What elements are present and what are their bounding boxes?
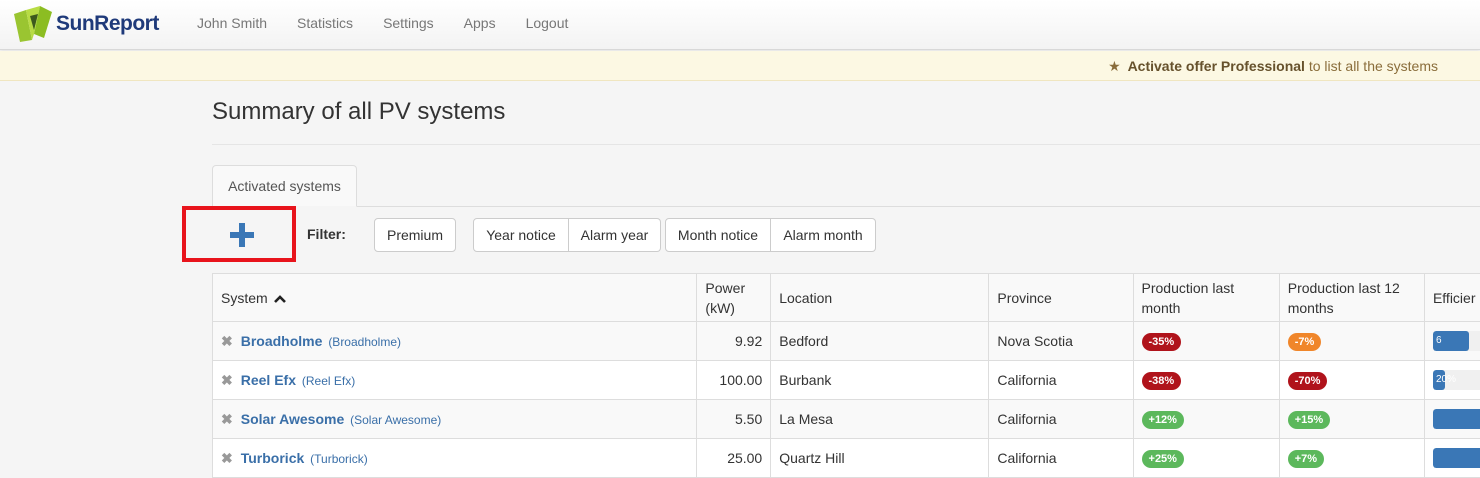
production-12-months-badge: -70% [1288,372,1328,390]
filter-year-notice-button[interactable]: Year notice [473,218,569,252]
cell-province: California [989,439,1133,478]
filter-alarm-year-button[interactable]: Alarm year [569,218,661,252]
efficiency-bar-fill: 6 [1433,331,1469,351]
cell-efficiency [1424,400,1480,439]
system-name-link[interactable]: Solar Awesome [241,411,345,427]
production-month-badge: +12% [1142,411,1184,429]
production-12-months-badge: +7% [1288,450,1324,468]
efficiency-bar: 6 [1433,331,1480,351]
cell-power: 9.92 [697,322,771,361]
col-header-system[interactable]: System [213,274,697,322]
nav-settings[interactable]: Settings [368,15,449,31]
delete-icon[interactable]: ✖ [221,372,233,388]
cell-power: 25.00 [697,439,771,478]
delete-icon[interactable]: ✖ [221,411,233,427]
filter-month-notice-button[interactable]: Month notice [665,218,771,252]
plus-icon [230,223,254,247]
col-header-power[interactable]: Power (kW) [697,274,771,322]
cell-production-12-months: +15% [1279,400,1424,439]
production-month-badge: +25% [1142,450,1184,468]
production-12-months-badge: +15% [1288,411,1330,429]
cell-power: 5.50 [697,400,771,439]
system-name-link[interactable]: Reel Efx [241,372,296,388]
cell-location: Quartz Hill [771,439,989,478]
cell-system: ✖ Solar Awesome (Solar Awesome) [213,400,697,439]
production-month-badge: -35% [1142,333,1182,351]
delete-icon[interactable]: ✖ [221,450,233,466]
cell-production-month: +25% [1133,439,1279,478]
system-sub-link[interactable]: (Turborick) [310,452,368,466]
col-header-production-month[interactable]: Production last month [1133,274,1279,322]
cell-production-month: -38% [1133,361,1279,400]
efficiency-bar-fill: 20% [1433,370,1445,390]
notice-offer-link[interactable]: Activate offer Professional [1128,58,1305,74]
cell-production-12-months: -7% [1279,322,1424,361]
cell-system: ✖ Turborick (Turborick) [213,439,697,478]
nav-statistics[interactable]: Statistics [282,15,368,31]
table-row: ✖ Turborick (Turborick) 25.00Quartz HillCa… [213,439,1480,478]
cell-production-month: -35% [1133,322,1279,361]
cell-power: 100.00 [697,361,771,400]
upgrade-notice: ★ Activate offer Professional to list al… [0,51,1480,81]
cell-province: California [989,361,1133,400]
tabs-divider [212,206,1480,207]
efficiency-bar-fill [1433,409,1480,429]
main-nav: John Smith Statistics Settings Apps Logo… [182,0,583,46]
production-12-months-badge: -7% [1288,333,1322,351]
system-sub-link[interactable]: (Solar Awesome) [350,413,441,427]
filter-label: Filter: [307,226,346,242]
nav-user[interactable]: John Smith [182,15,282,31]
system-sub-link[interactable]: (Reel Efx) [302,374,355,388]
efficiency-bar-fill [1433,448,1480,468]
system-name-link[interactable]: Broadholme [241,333,323,349]
filter-alarm-month-button[interactable]: Alarm month [771,218,876,252]
col-header-production-12-months[interactable]: Production last 12 months [1279,274,1424,322]
cell-province: Nova Scotia [989,322,1133,361]
col-header-province[interactable]: Province [989,274,1133,322]
star-icon: ★ [1108,58,1121,74]
table-header-row: System Power (kW) Location Province Prod… [213,274,1480,322]
brand-name: SunReport [56,12,159,36]
divider [212,144,1480,145]
cell-location: La Mesa [771,400,989,439]
table-row: ✖ Solar Awesome (Solar Awesome) 5.50La Mes… [213,400,1480,439]
notice-text: to list all the systems [1305,58,1438,74]
table-row: ✖ Reel Efx (Reel Efx) 100.00BurbankCalifor… [213,361,1480,400]
col-header-efficiency[interactable]: Efficier [1424,274,1480,322]
cell-location: Bedford [771,322,989,361]
col-header-location[interactable]: Location [771,274,989,322]
cell-efficiency: 20% [1424,361,1480,400]
delete-icon[interactable]: ✖ [221,333,233,349]
table-row: ✖ Broadholme (Broadholme) 9.92BedfordNova … [213,322,1480,361]
cell-system: ✖ Reel Efx (Reel Efx) [213,361,697,400]
system-name-link[interactable]: Turborick [241,450,305,466]
cell-production-12-months: -70% [1279,361,1424,400]
cell-province: California [989,400,1133,439]
sort-ascending-icon [274,294,286,304]
cell-production-12-months: +7% [1279,439,1424,478]
efficiency-bar [1433,409,1480,429]
cell-production-month: +12% [1133,400,1279,439]
production-month-badge: -38% [1142,372,1182,390]
cell-location: Burbank [771,361,989,400]
cell-efficiency [1424,439,1480,478]
nav-logout[interactable]: Logout [511,15,584,31]
add-system-button[interactable] [182,206,296,262]
page-title: Summary of all PV systems [212,98,505,126]
sunreport-logo-icon [12,4,54,44]
systems-table: System Power (kW) Location Province Prod… [212,273,1480,478]
nav-apps[interactable]: Apps [449,15,511,31]
cell-efficiency: 6 [1424,322,1480,361]
efficiency-bar: 20% [1433,370,1480,390]
efficiency-bar [1433,448,1480,468]
cell-system: ✖ Broadholme (Broadholme) [213,322,697,361]
system-sub-link[interactable]: (Broadholme) [328,335,401,349]
filter-premium-button[interactable]: Premium [374,218,456,252]
brand-logo[interactable]: SunReport [12,2,159,46]
top-navbar: SunReport John Smith Statistics Settings… [0,0,1480,50]
tab-activated-systems[interactable]: Activated systems [212,165,357,207]
